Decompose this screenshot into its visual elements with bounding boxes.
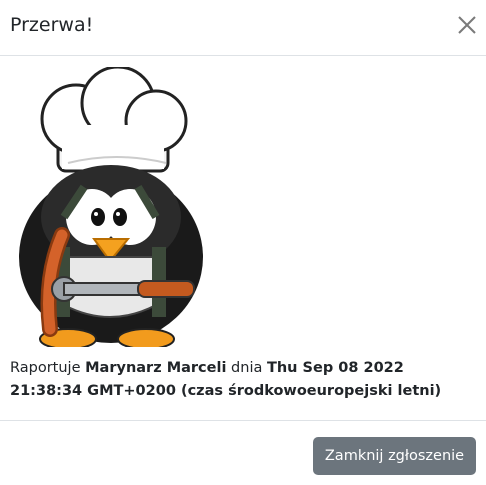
report-prefix: Raportuje <box>10 360 86 376</box>
dialog-title: Przerwa! <box>10 14 94 36</box>
report-text: Raportuje Marynarz Marceli dnia Thu Sep … <box>10 357 478 403</box>
report-mid: dnia <box>226 360 267 376</box>
dialog-body: Raportuje Marynarz Marceli dnia Thu Sep … <box>0 57 486 420</box>
close-icon[interactable] <box>455 13 479 37</box>
reporter-name: Marynarz Marceli <box>85 360 227 376</box>
break-dialog: Przerwa! Raportuje Marynarz Marceli dnia… <box>0 0 486 485</box>
close-report-button[interactable]: Zamknij zgłoszenie <box>313 437 476 475</box>
chef-hat <box>40 65 188 173</box>
dialog-header: Przerwa! <box>0 0 486 56</box>
dialog-footer: Zamknij zgłoszenie <box>0 420 486 485</box>
penguin-chef-illustration <box>6 65 216 350</box>
